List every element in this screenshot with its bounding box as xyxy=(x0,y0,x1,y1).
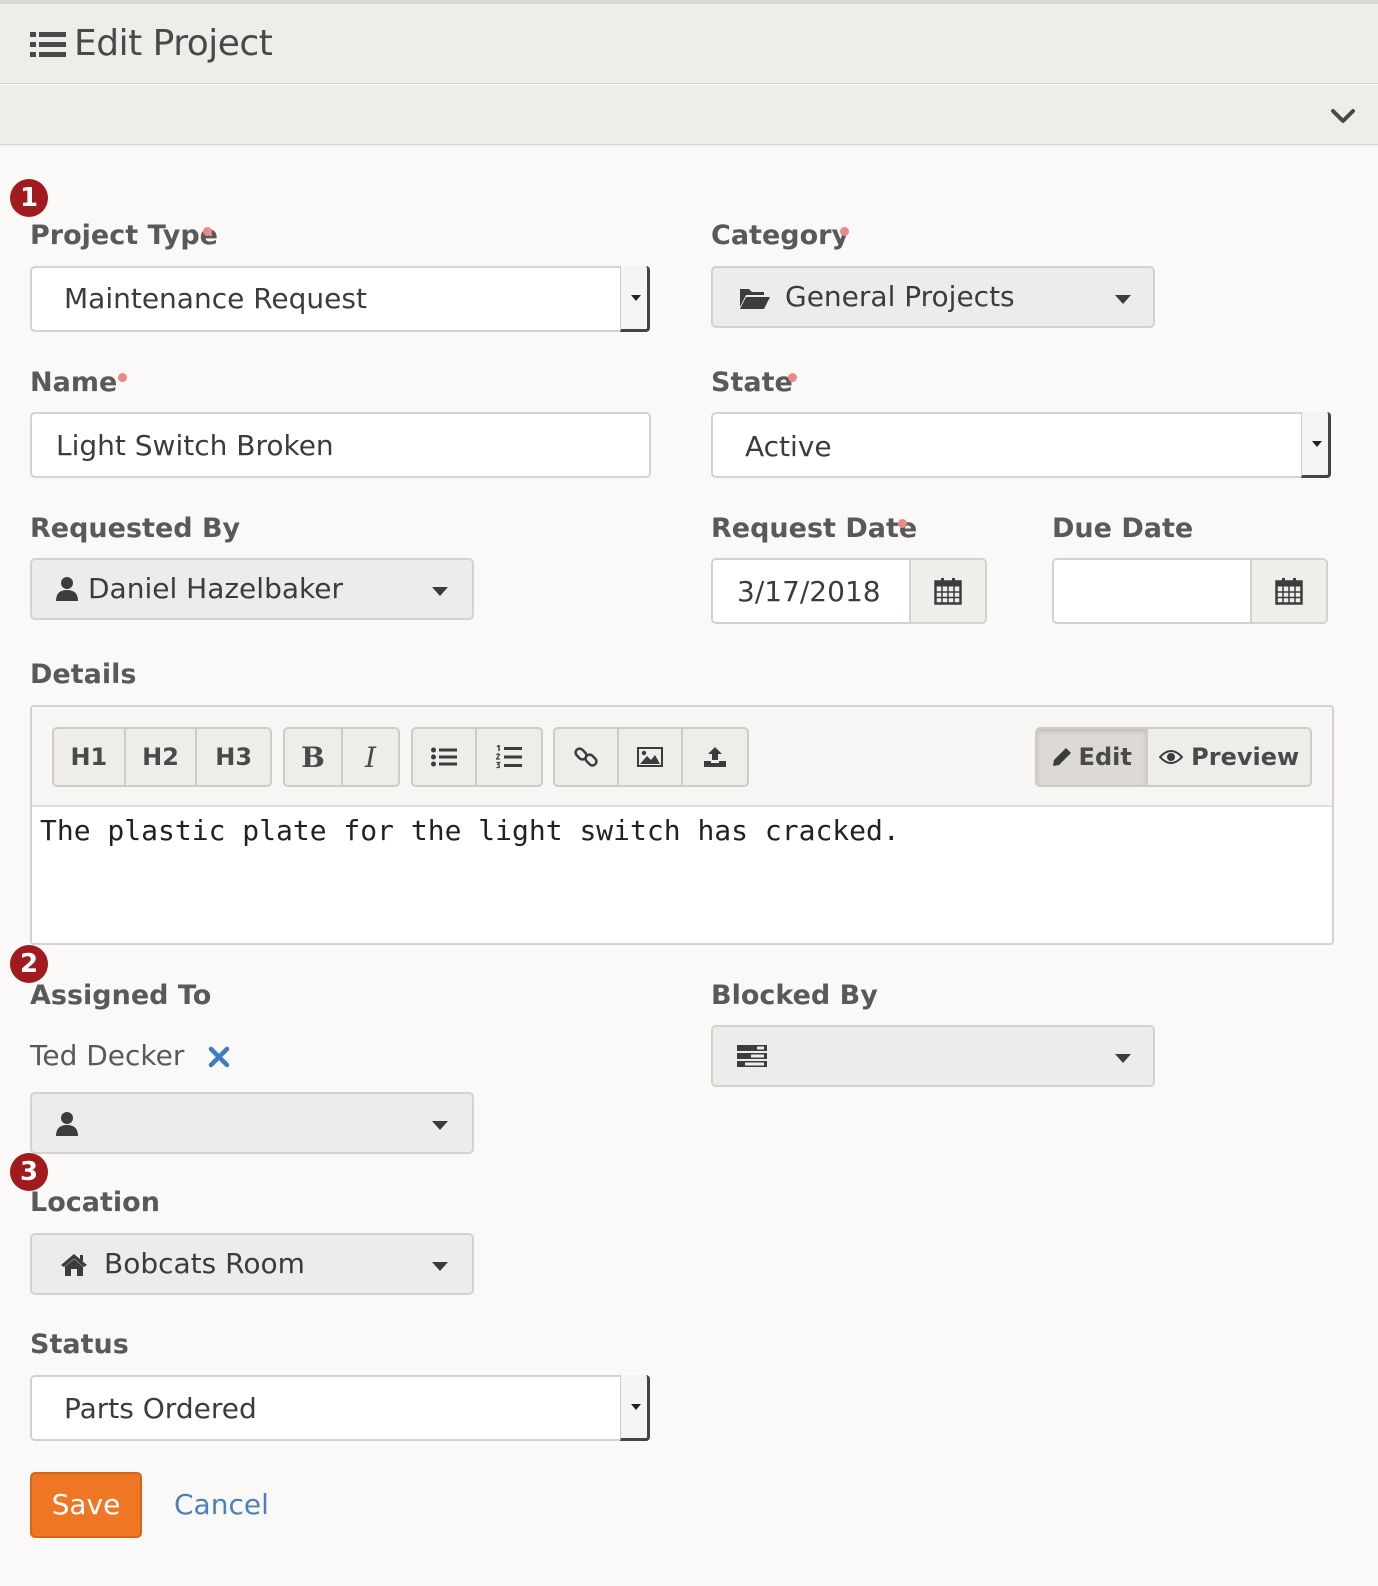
editor-toolbar: H1 H2 H3 B I Edit Preview xyxy=(32,707,1332,807)
details-textarea[interactable]: The plastic plate for the light switch h… xyxy=(40,809,900,853)
project-type-label: Project Type xyxy=(30,220,218,251)
category-picker[interactable]: General Projects xyxy=(711,266,1155,328)
chevron-down-icon[interactable] xyxy=(1330,107,1356,125)
details-label: Details xyxy=(30,659,137,690)
caret-down-icon xyxy=(1115,1054,1131,1063)
category-label: Category xyxy=(711,220,850,251)
select-stepper xyxy=(620,1375,650,1441)
tasks-icon xyxy=(737,1045,767,1067)
required-indicator xyxy=(840,227,849,236)
request-date-label: Request Date xyxy=(711,513,918,544)
caret-down-icon xyxy=(1115,295,1131,304)
due-date-input[interactable] xyxy=(1052,558,1328,624)
list-ol-icon xyxy=(496,745,523,769)
name-input[interactable]: Light Switch Broken xyxy=(30,412,651,478)
name-label: Name xyxy=(30,367,118,398)
mode-button-group: Edit Preview xyxy=(1035,727,1312,787)
insert-button-group xyxy=(553,727,749,787)
italic-button[interactable]: I xyxy=(343,729,398,785)
folder-open-icon xyxy=(739,286,771,310)
required-indicator xyxy=(118,373,127,382)
list-icon xyxy=(30,30,66,60)
upload-icon xyxy=(703,746,727,768)
eye-icon xyxy=(1159,749,1184,765)
step-badge-2: 2 xyxy=(10,945,48,983)
state-value: Active xyxy=(745,430,832,463)
list-ul-icon xyxy=(431,747,458,767)
calendar-icon xyxy=(934,577,962,605)
panel-header: Edit Project xyxy=(0,4,1378,84)
calendar-icon xyxy=(1275,577,1303,605)
select-stepper xyxy=(620,266,650,332)
image-button[interactable] xyxy=(619,729,684,785)
page-title: Edit Project xyxy=(74,23,273,64)
state-label: State xyxy=(711,367,793,398)
select-stepper xyxy=(1301,412,1331,478)
status-select[interactable]: Parts Ordered xyxy=(30,1375,650,1441)
heading-button-group: H1 H2 H3 xyxy=(52,727,272,787)
user-icon xyxy=(56,1111,78,1137)
required-indicator xyxy=(898,519,907,528)
bullet-list-button[interactable] xyxy=(413,729,478,785)
name-value: Light Switch Broken xyxy=(56,429,334,462)
format-button-group: B I xyxy=(283,727,400,787)
request-date-input[interactable]: 3/17/2018 xyxy=(711,558,987,624)
request-date-value: 3/17/2018 xyxy=(737,575,881,608)
blocked-by-picker[interactable] xyxy=(711,1025,1155,1087)
due-date-calendar-button[interactable] xyxy=(1250,560,1326,622)
edit-mode-button[interactable]: Edit xyxy=(1037,729,1149,785)
location-label: Location xyxy=(30,1187,160,1218)
image-icon xyxy=(637,747,664,767)
remove-assignee-icon[interactable] xyxy=(206,1044,232,1070)
edit-mode-label: Edit xyxy=(1078,743,1132,771)
save-button[interactable]: Save xyxy=(30,1472,142,1538)
assigned-to-label: Assigned To xyxy=(30,980,212,1011)
location-picker[interactable]: Bobcats Room xyxy=(30,1233,474,1295)
project-type-value: Maintenance Request xyxy=(64,282,367,315)
required-indicator xyxy=(788,373,797,382)
list-button-group xyxy=(411,727,543,787)
preview-mode-button[interactable]: Preview xyxy=(1148,729,1310,785)
assigned-to-picker[interactable] xyxy=(30,1092,474,1154)
requested-by-label: Requested By xyxy=(30,513,241,544)
caret-down-icon xyxy=(432,587,448,596)
h1-button[interactable]: H1 xyxy=(54,729,126,785)
home-icon xyxy=(60,1253,88,1277)
h2-button[interactable]: H2 xyxy=(126,729,198,785)
caret-down-icon xyxy=(432,1262,448,1271)
assignee-name: Ted Decker xyxy=(30,1039,185,1072)
blocked-by-label: Blocked By xyxy=(711,980,878,1011)
due-date-label: Due Date xyxy=(1052,513,1194,544)
panel-drawer xyxy=(0,85,1378,145)
link-icon xyxy=(574,745,598,769)
request-date-calendar-button[interactable] xyxy=(909,560,985,622)
preview-mode-label: Preview xyxy=(1191,743,1300,771)
required-indicator xyxy=(203,227,212,236)
status-value: Parts Ordered xyxy=(64,1392,257,1425)
numbered-list-button[interactable] xyxy=(477,729,541,785)
upload-button[interactable] xyxy=(683,729,747,785)
project-type-select[interactable]: Maintenance Request xyxy=(30,266,650,332)
caret-down-icon xyxy=(432,1121,448,1130)
pencil-icon xyxy=(1052,747,1072,767)
link-button[interactable] xyxy=(555,729,619,785)
cancel-link[interactable]: Cancel xyxy=(174,1486,269,1524)
location-value: Bobcats Room xyxy=(104,1247,305,1280)
requested-by-value: Daniel Hazelbaker xyxy=(88,572,343,605)
details-editor: H1 H2 H3 B I Edit Preview The plastic pl… xyxy=(30,705,1334,945)
category-value: General Projects xyxy=(785,280,1015,313)
step-badge-1: 1 xyxy=(10,179,48,217)
h3-button[interactable]: H3 xyxy=(197,729,270,785)
status-label: Status xyxy=(30,1329,129,1360)
requested-by-picker[interactable]: Daniel Hazelbaker xyxy=(30,558,474,620)
state-select[interactable]: Active xyxy=(711,412,1331,478)
user-icon xyxy=(56,576,78,602)
bold-button[interactable]: B xyxy=(285,729,343,785)
